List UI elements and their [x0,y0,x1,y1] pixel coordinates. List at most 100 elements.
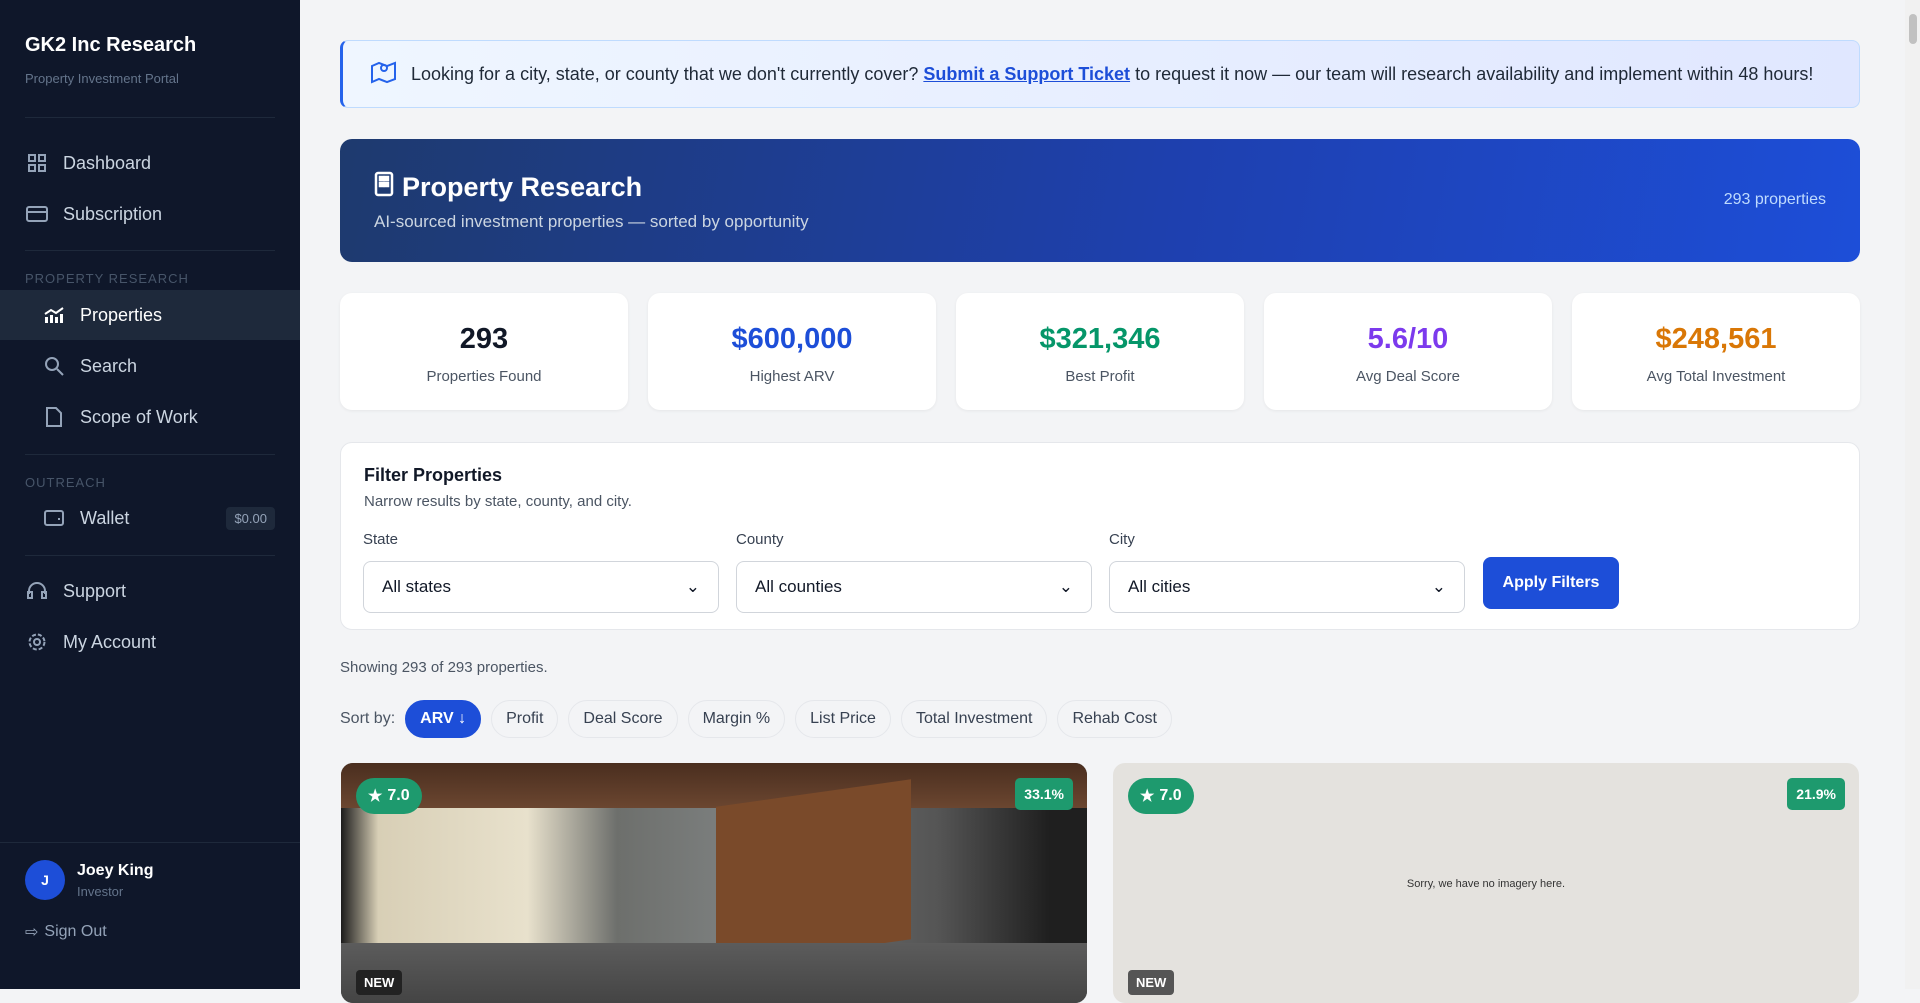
stat-card-avg-total-investment: $248,561 Avg Total Investment [1572,293,1860,410]
new-badge: NEW [356,970,402,995]
page-title: Property Research [402,172,642,203]
county-select[interactable]: All counties ⌄ [736,561,1092,613]
section-label: PROPERTY RESEARCH [25,271,189,286]
sidebar-item-label: Properties [80,305,162,326]
sidebar-item-dashboard[interactable]: Dashboard [0,138,300,188]
sidebar-item-scope-of-work[interactable]: Scope of Work [0,392,300,442]
support-ticket-link[interactable]: Submit a Support Ticket [923,64,1130,85]
score-value: 7.0 [1159,787,1181,805]
sign-out-label: Sign Out [44,923,106,941]
filter-panel: Filter Properties Narrow results by stat… [340,442,1860,630]
scrollbar[interactable] [1905,0,1920,989]
brand-title: GK2 Inc Research [25,34,275,57]
state-value: All states [382,577,451,597]
star-icon: ★ [368,786,382,806]
sidebar-item-label: Subscription [63,204,162,225]
sidebar-item-subscription[interactable]: Subscription [0,189,300,239]
sort-bar: Sort by: ARV ↓ Profit Deal Score Margin … [340,700,1172,738]
sort-margin[interactable]: Margin % [688,700,786,738]
deal-score-badge: ★7.0 [356,778,422,814]
building-icon [374,171,394,204]
sidebar: GK2 Inc Research Property Investment Por… [0,0,300,989]
user-profile: J Joey King Investor [25,860,153,900]
sidebar-item-wallet[interactable]: Wallet $0.00 [0,493,300,543]
property-photo-detail [716,779,911,966]
sidebar-item-label: My Account [63,632,156,653]
stat-card-avg-deal-score: 5.6/10 Avg Deal Score [1264,293,1552,410]
divider [25,250,275,251]
sidebar-item-label: Scope of Work [80,407,198,428]
star-icon: ★ [1140,786,1154,806]
city-value: All cities [1128,577,1190,597]
page-subtitle: AI-sourced investment properties — sorte… [374,212,1826,232]
state-select[interactable]: All states ⌄ [363,561,719,613]
property-photo [341,763,1087,808]
stat-label: Highest ARV [648,368,936,385]
sidebar-item-search[interactable]: Search [0,341,300,391]
margin-badge: 33.1% [1015,778,1073,810]
section-label: OUTREACH [25,475,106,490]
grid-icon [26,152,48,174]
sort-label: Sort by: [340,710,395,728]
apply-filters-button[interactable]: Apply Filters [1483,557,1619,609]
sidebar-item-label: Support [63,581,126,602]
sidebar-item-my-account[interactable]: My Account [0,617,300,667]
stat-label: Avg Deal Score [1264,368,1552,385]
sidebar-item-properties[interactable]: Properties [0,290,300,340]
sort-list-price[interactable]: List Price [795,700,891,738]
property-count: 293 properties [1724,191,1826,209]
sort-deal-score[interactable]: Deal Score [568,700,677,738]
wallet-balance-badge: $0.00 [226,507,275,530]
map-icon [371,60,397,89]
city-select[interactable]: All cities ⌄ [1109,561,1465,613]
stat-card-highest-arv: $600,000Highest ARV [648,293,936,410]
chevron-down-icon: ⌄ [686,577,700,597]
filter-description: Narrow results by state, county, and cit… [364,493,1836,510]
brand-tagline: Property Investment Portal [25,71,275,86]
property-card[interactable]: ★7.0 33.1% NEW [341,763,1087,1003]
headset-icon [26,580,48,602]
gear-icon [26,631,48,653]
divider [25,555,275,556]
sign-out-button[interactable]: ⇨ Sign Out [25,922,107,942]
stat-value: 5.6/10 [1264,323,1552,356]
sidebar-item-label: Dashboard [63,153,151,174]
margin-badge: 21.9% [1787,778,1845,810]
search-dollar-icon [43,355,65,377]
chart-icon [43,304,65,326]
new-badge: NEW [1128,970,1174,995]
stat-value: 293 [340,323,628,356]
user-name: Joey King [77,862,153,880]
sort-total-investment[interactable]: Total Investment [901,700,1048,738]
avatar: J [25,860,65,900]
chevron-down-icon: ⌄ [1059,577,1073,597]
stat-value: $321,346 [956,323,1244,356]
hero-header: Property Research AI-sourced investment … [340,139,1860,262]
property-card[interactable]: Sorry, we have no imagery here. ★ 7.0 21.… [1113,763,1859,1003]
sign-out-icon: ⇨ [25,922,38,942]
stat-label: Avg Total Investment [1572,368,1860,385]
coverage-banner: Looking for a city, state, or county tha… [340,40,1860,108]
divider [25,454,275,455]
stat-value: $248,561 [1572,323,1860,356]
county-label: County [736,531,1092,548]
stat-label: Properties Found [340,368,628,385]
chevron-down-icon: ⌄ [1432,577,1446,597]
sort-profit[interactable]: Profit [491,700,558,738]
banner-text-end: to request it now — our team will resear… [1135,64,1813,85]
user-role: Investor [77,884,153,899]
sidebar-item-label: Wallet [80,508,129,529]
credit-card-icon [26,203,48,225]
deal-score-badge: ★ 7.0 [1128,778,1194,814]
sort-rehab-cost[interactable]: Rehab Cost [1057,700,1172,738]
scrollbar-thumb[interactable] [1909,14,1917,44]
sort-arv[interactable]: ARV ↓ [405,700,481,738]
sidebar-item-support[interactable]: Support [0,566,300,616]
city-label: City [1109,531,1465,548]
divider [25,117,275,118]
filter-title: Filter Properties [364,465,1836,486]
county-value: All counties [755,577,842,597]
pdf-file-icon [43,406,65,428]
stat-card-best-profit: $321,346Best Profit [956,293,1244,410]
no-imagery-text: Sorry, we have no imagery here. [1113,878,1859,890]
